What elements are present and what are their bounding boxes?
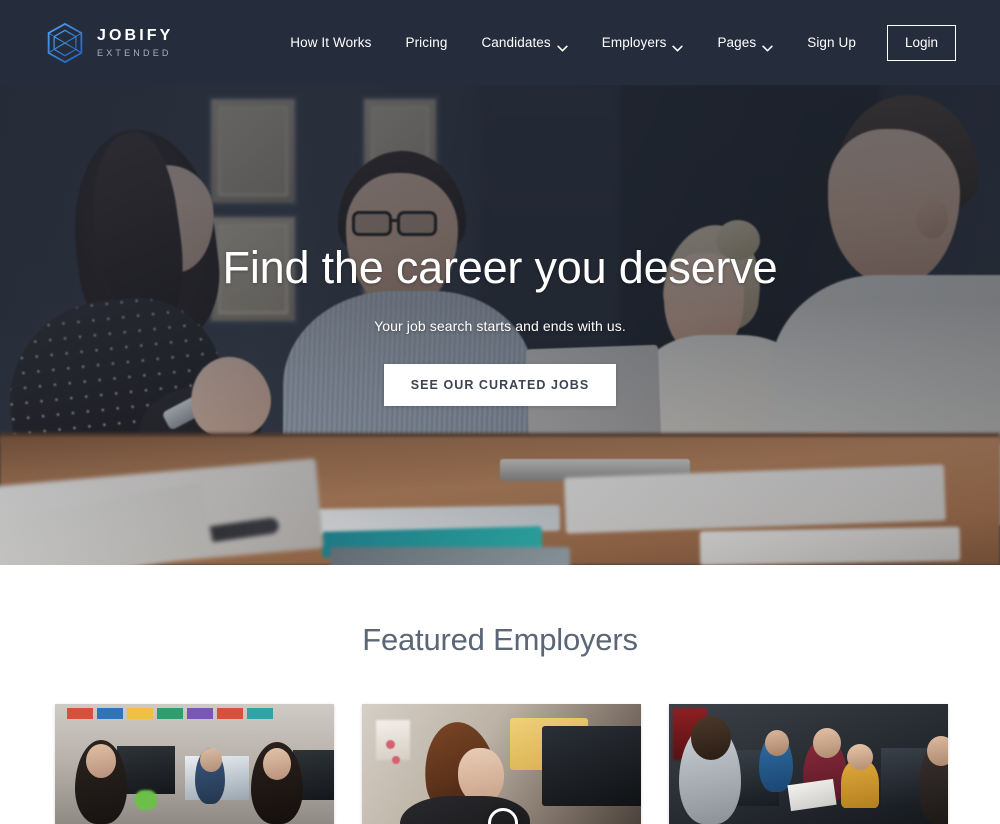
nav-label: Pages xyxy=(717,35,757,50)
nav-item-pages[interactable]: Pages xyxy=(700,0,790,85)
see-curated-jobs-button[interactable]: SEE OUR CURATED JOBS xyxy=(383,364,617,406)
brand-logo[interactable]: JOBIFY EXTENDED xyxy=(45,22,173,64)
hero-subtitle: Your job search starts and ends with us. xyxy=(374,318,626,334)
employer-card-image xyxy=(55,704,334,824)
brand-name: JOBIFY xyxy=(97,27,174,44)
main-navigation: How It Works Pricing Candidates Employer… xyxy=(273,0,956,85)
nav-item-employers[interactable]: Employers xyxy=(585,0,701,85)
nav-item-candidates[interactable]: Candidates xyxy=(464,0,584,85)
chevron-down-icon xyxy=(557,40,568,52)
nav-label: Sign Up xyxy=(807,35,856,50)
featured-employers-card-list xyxy=(55,704,948,824)
employer-card-image xyxy=(669,704,948,824)
nav-label: Candidates xyxy=(481,35,551,50)
nav-label: Pricing xyxy=(405,35,448,50)
featured-employers-title: Featured Employers xyxy=(362,622,638,657)
nav-label: How It Works xyxy=(290,35,372,50)
hero-content: Find the career you deserve Your job sea… xyxy=(0,85,1000,565)
chevron-down-icon xyxy=(672,40,684,52)
featured-employer-card[interactable] xyxy=(55,704,334,824)
employer-card-image xyxy=(362,704,641,824)
jobify-hexagon-logo-icon xyxy=(45,22,85,64)
nav-item-how-it-works[interactable]: How It Works xyxy=(273,0,388,85)
featured-employer-card[interactable] xyxy=(669,704,948,824)
nav-item-sign-up[interactable]: Sign Up xyxy=(790,0,873,85)
brand-subtitle: EXTENDED xyxy=(97,48,172,58)
nav-item-pricing[interactable]: Pricing xyxy=(388,0,464,85)
hero-title: Find the career you deserve xyxy=(222,242,778,293)
login-button[interactable]: Login xyxy=(886,24,956,61)
nav-label: Employers xyxy=(601,35,667,50)
chevron-down-icon xyxy=(762,40,773,52)
site-header: JOBIFY EXTENDED How It Works Pricing Can… xyxy=(0,0,1000,85)
hero-section: Find the career you deserve Your job sea… xyxy=(0,85,1000,565)
featured-employers-section: Featured Employers xyxy=(0,565,1000,824)
featured-employer-card[interactable] xyxy=(362,704,641,824)
